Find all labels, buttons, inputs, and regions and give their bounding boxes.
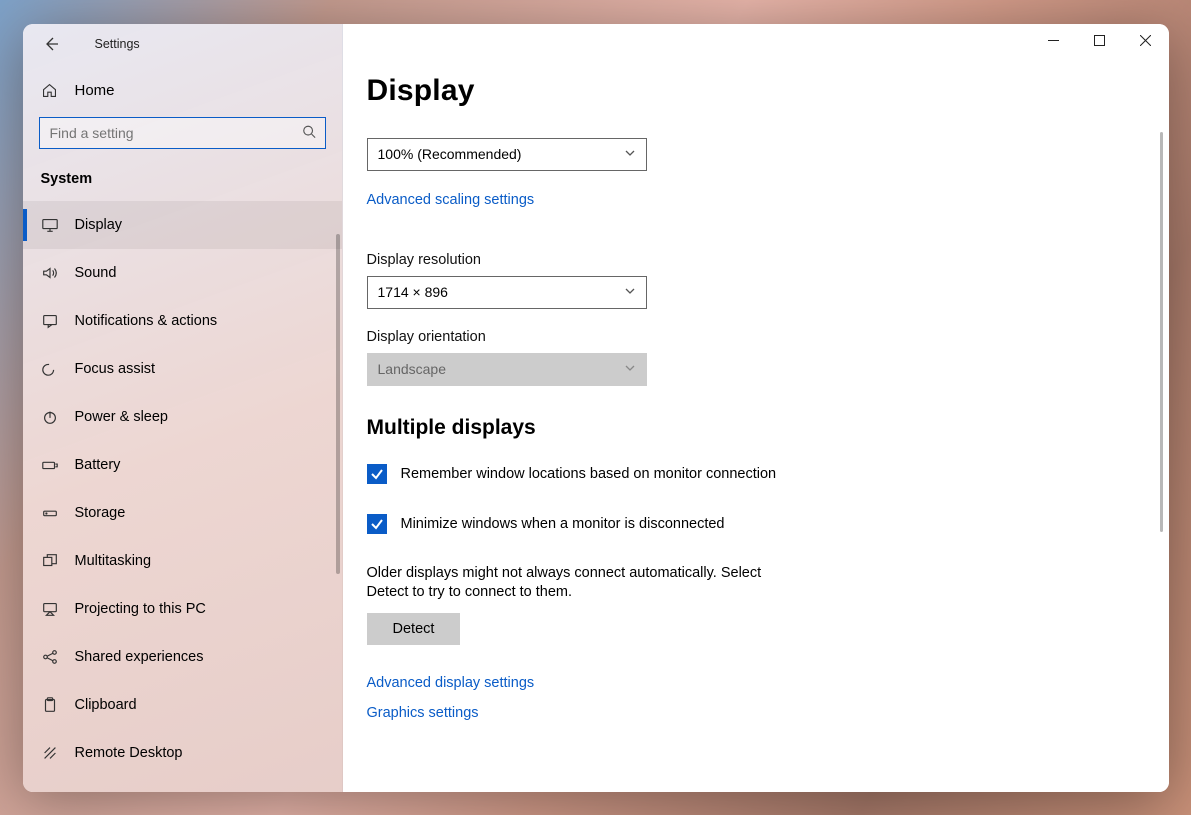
remember-windows-label: Remember window locations based on monit… bbox=[401, 466, 777, 482]
sidebar-item-shared-experiences[interactable]: Shared experiences bbox=[23, 633, 342, 681]
maximize-icon bbox=[1094, 35, 1105, 46]
sidebar-nav-list: Display Sound Notifications & actions Fo… bbox=[23, 201, 342, 792]
search-wrap bbox=[23, 117, 342, 161]
sidebar-item-clipboard[interactable]: Clipboard bbox=[23, 681, 342, 729]
battery-icon bbox=[41, 456, 59, 474]
clipboard-icon bbox=[41, 696, 59, 714]
sidebar-item-display[interactable]: Display bbox=[23, 201, 342, 249]
notifications-icon bbox=[41, 312, 59, 330]
sidebar-group-label: System bbox=[23, 161, 342, 201]
advanced-scaling-link[interactable]: Advanced scaling settings bbox=[367, 192, 535, 208]
sidebar-item-storage[interactable]: Storage bbox=[23, 489, 342, 537]
detect-button[interactable]: Detect bbox=[367, 613, 461, 645]
sidebar-item-label: Projecting to this PC bbox=[75, 601, 206, 617]
projecting-icon bbox=[41, 600, 59, 618]
power-icon bbox=[41, 408, 59, 426]
remember-windows-checkbox-row[interactable]: Remember window locations based on monit… bbox=[367, 464, 843, 484]
advanced-display-link[interactable]: Advanced display settings bbox=[367, 675, 843, 691]
content-area: Display 100% (Recommended) Advanced scal… bbox=[343, 24, 843, 792]
sidebar-item-label: Notifications & actions bbox=[75, 313, 218, 329]
focus-assist-icon bbox=[41, 360, 59, 378]
sidebar-item-label: Clipboard bbox=[75, 697, 137, 713]
sidebar-item-notifications[interactable]: Notifications & actions bbox=[23, 297, 342, 345]
sidebar-item-label: Battery bbox=[75, 457, 121, 473]
sidebar-item-label: Multitasking bbox=[75, 553, 152, 569]
minimize-disconnect-checkbox-row[interactable]: Minimize windows when a monitor is disco… bbox=[367, 514, 843, 534]
sidebar-item-label: Shared experiences bbox=[75, 649, 204, 665]
sidebar-item-remote-desktop[interactable]: Remote Desktop bbox=[23, 729, 342, 777]
main-pane: Display 100% (Recommended) Advanced scal… bbox=[343, 24, 1169, 792]
resolution-select[interactable]: 1714 × 896 bbox=[367, 276, 647, 309]
home-icon bbox=[41, 82, 59, 99]
sidebar-item-home[interactable]: Home bbox=[23, 64, 342, 117]
sidebar-item-label: Display bbox=[75, 217, 123, 233]
window-title: Settings bbox=[95, 37, 140, 51]
sidebar: Settings Home System Display bbox=[23, 24, 343, 792]
orientation-label: Display orientation bbox=[367, 329, 843, 345]
sidebar-item-label: Focus assist bbox=[75, 361, 156, 377]
sidebar-item-label: Remote Desktop bbox=[75, 745, 183, 761]
titlebar-left: Settings bbox=[23, 24, 342, 64]
scale-select-value: 100% (Recommended) bbox=[378, 146, 522, 162]
remote-desktop-icon bbox=[41, 744, 59, 762]
sidebar-item-label: Power & sleep bbox=[75, 409, 169, 425]
chevron-down-icon bbox=[624, 361, 636, 377]
multitasking-icon bbox=[41, 552, 59, 570]
maximize-button[interactable] bbox=[1077, 24, 1123, 58]
sidebar-item-label: Sound bbox=[75, 265, 117, 281]
settings-window: Settings Home System Display bbox=[23, 24, 1169, 792]
back-button[interactable] bbox=[37, 30, 65, 58]
page-title: Display bbox=[367, 74, 843, 108]
sidebar-item-projecting[interactable]: Projecting to this PC bbox=[23, 585, 342, 633]
search-input[interactable] bbox=[39, 117, 326, 149]
main-scrollbar[interactable] bbox=[1160, 132, 1163, 532]
multiple-displays-heading: Multiple displays bbox=[367, 416, 843, 440]
orientation-select: Landscape bbox=[367, 353, 647, 386]
sidebar-item-sound[interactable]: Sound bbox=[23, 249, 342, 297]
minimize-icon bbox=[1048, 35, 1059, 46]
chevron-down-icon bbox=[624, 284, 636, 300]
display-icon bbox=[41, 216, 59, 234]
detect-help-text: Older displays might not always connect … bbox=[367, 564, 807, 603]
minimize-disconnect-label: Minimize windows when a monitor is disco… bbox=[401, 516, 725, 532]
minimize-button[interactable] bbox=[1031, 24, 1077, 58]
graphics-settings-link[interactable]: Graphics settings bbox=[367, 705, 843, 721]
resolution-label: Display resolution bbox=[367, 252, 843, 268]
sidebar-item-battery[interactable]: Battery bbox=[23, 441, 342, 489]
orientation-select-value: Landscape bbox=[378, 361, 447, 377]
checkbox-checked-icon bbox=[367, 514, 387, 534]
resolution-select-value: 1714 × 896 bbox=[378, 284, 448, 300]
shared-experiences-icon bbox=[41, 648, 59, 666]
sidebar-item-multitasking[interactable]: Multitasking bbox=[23, 537, 342, 585]
scale-select[interactable]: 100% (Recommended) bbox=[367, 138, 647, 171]
sound-icon bbox=[41, 264, 59, 282]
storage-icon bbox=[41, 504, 59, 522]
sidebar-item-power-sleep[interactable]: Power & sleep bbox=[23, 393, 342, 441]
chevron-down-icon bbox=[624, 146, 636, 162]
sidebar-item-label: Storage bbox=[75, 505, 126, 521]
arrow-left-icon bbox=[43, 36, 59, 52]
sidebar-item-focus-assist[interactable]: Focus assist bbox=[23, 345, 342, 393]
sidebar-item-label: Home bbox=[75, 82, 115, 99]
close-icon bbox=[1140, 35, 1151, 46]
window-controls bbox=[1031, 24, 1169, 58]
close-button[interactable] bbox=[1123, 24, 1169, 58]
checkbox-checked-icon bbox=[367, 464, 387, 484]
sidebar-scrollbar[interactable] bbox=[336, 234, 340, 574]
